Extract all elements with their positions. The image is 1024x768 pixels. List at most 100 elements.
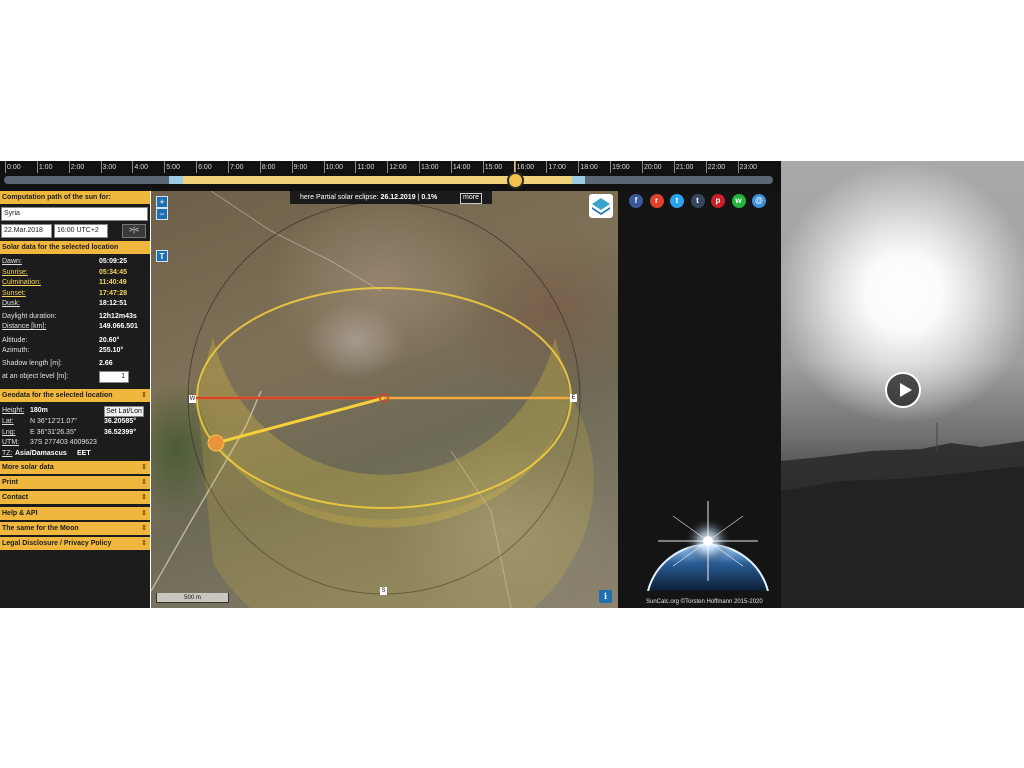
contact-menu[interactable]: Contact ⇕ [0,491,150,504]
timeline-tick [610,161,612,173]
timeline-tick [5,161,6,173]
utm-label: UTM: [2,439,20,446]
timeline-hour-label: 1:00 [38,164,53,171]
terrain-toggle-button[interactable]: T [156,250,168,262]
timeline-hour-label: 19:00 [612,164,630,171]
expand-chevron-icon: ⇕ [141,464,147,471]
utm-value: 37S 277403 4009623 [30,439,97,446]
more-solar-data-menu[interactable]: More solar data ⇕ [0,461,150,474]
zoom-in-button[interactable]: + [156,196,168,208]
timeline-tick [642,161,643,173]
geodata-header[interactable]: Geodata for the selected location ⇕ [0,389,150,402]
legal-privacy-menu[interactable]: Legal Disclosure / Privacy Policy ⇕ [0,537,150,550]
whatsapp-icon[interactable]: w [731,194,746,208]
timeline-tick [36,161,38,173]
timeline-hour-label: 20:00 [644,164,662,171]
timeline-hour-label: 10:00 [325,164,344,171]
help-api-menu[interactable]: Help & API ⇕ [0,507,150,520]
timeline-hour-label: 21:00 [675,164,694,171]
layers-icon [592,198,610,215]
timeline-hour-label: 5:00 [166,164,180,171]
moon-menu[interactable]: The same for the Moon ⇕ [0,522,150,535]
timeline-tick [164,161,166,173]
timeline-tick [673,161,675,173]
satellite-map[interactable]: N S W E + − T here Partial solar eclipse… [151,191,618,608]
distance-value: 149.066.501 [99,323,138,330]
timeline-hour-label: 18:00 [580,164,598,171]
solar-data-header-label: Solar data for the selected location [2,244,119,251]
height-value: 180m [30,407,48,414]
location-search-input[interactable]: Syria [1,207,148,221]
object-level-label: at an object level [m]: [2,373,69,380]
height-label: Height: [2,407,25,414]
timeline-tick [419,161,421,173]
info-button[interactable]: i [599,590,612,603]
zoom-out-button[interactable]: − [156,208,168,220]
tz-abbreviation: EET [77,450,91,457]
menu-label: Print [2,479,18,486]
culmination-label[interactable]: Culmination: [2,279,41,286]
timeline-tick [259,161,261,173]
timeline-tick [68,161,70,173]
now-button[interactable]: >|< [122,224,146,238]
timeline-tick [323,161,325,173]
time-input[interactable]: 16:00 UTC+2 [54,224,108,238]
daylight-track[interactable] [4,176,773,184]
timeline-tick [132,161,134,173]
email-icon[interactable]: @ [752,194,766,208]
timeline-hour-label: 22:00 [707,164,726,171]
eclipse-more-button[interactable]: more [460,193,482,204]
play-icon[interactable] [885,372,921,408]
sun-time-handle[interactable] [506,172,524,189]
altitude-label: Altitude: [2,337,28,344]
sidebar: Computation path of the sun for: Syria 2… [0,191,150,608]
timeline-hour-label: 12:00 [389,164,407,171]
tumblr-icon[interactable]: t [690,194,705,208]
timeline-hour-label: 13:00 [421,164,439,171]
shadow-length-value: 2.66 [99,360,113,367]
sunrise-value: 05:34:45 [99,269,128,276]
computation-header: Computation path of the sun for: [0,191,150,204]
sunset-label[interactable]: Sunset: [2,290,26,297]
map-scale-bar: 500 m [156,593,229,603]
lat-decimal-value: 36.20585° [104,418,136,425]
dawn-value: 05:09:25 [99,258,128,265]
timeline-tick [450,161,452,173]
azimuth-value: 255.10° [99,347,124,354]
suncalc-logo [647,501,769,591]
menu-label: Help & API [2,510,38,517]
distance-label[interactable]: Distance [km]: [2,323,46,330]
eclipse-separator: | [417,194,420,201]
timeline-hour-label: 23:00 [739,164,758,171]
twilight-evening-segment [571,176,585,184]
timeline-hour-label: 17:00 [548,164,566,171]
timeline-tick [291,161,293,173]
twitter-icon[interactable]: t [670,194,684,208]
lng-dms-value: E 36°31'26.35" [30,429,77,436]
dawn-label[interactable]: Dawn: [2,258,22,265]
facebook-icon[interactable]: f [629,194,643,208]
daylight-duration-value: 12h12m43s [99,313,137,320]
timeline-hour-label: 14:00 [452,164,471,171]
set-lat-lon-button[interactable]: Set Lat/Lon [104,406,144,417]
timeline-hour-label: 9:00 [293,164,308,171]
timeline-hour-label: 15:00 [484,164,503,171]
print-menu[interactable]: Print ⇕ [0,476,150,489]
copyright-credit: SunCalc.org ©Torsten Hoffmann 2015-2020 [646,599,763,605]
reddit-icon[interactable]: r [649,194,664,208]
eclipse-prefix: here Partial solar eclipse: [300,194,379,201]
shadow-length-label: Shadow length [m]: [2,360,62,367]
time-slider[interactable]: 0:00 1:00 2:00 3:00 4:00 5:00 6:00 7:00 8:00 9:00… [0,161,781,191]
sun-video-player[interactable] [781,161,1024,608]
sunrise-label[interactable]: Sunrise: [2,269,28,276]
sun-path-overlay [151,191,594,608]
timeline-tick [737,161,739,173]
object-level-input[interactable]: 1 [99,371,129,383]
solar-data-header[interactable]: Solar data for the selected location [0,241,150,254]
date-input[interactable]: 22.Mar.2018 [1,224,52,238]
eclipse-percent: 0.1% [421,194,438,201]
pinterest-icon[interactable]: p [711,194,725,208]
timeline-hour-label: 8:00 [261,164,276,171]
layers-button[interactable] [589,194,613,218]
dusk-label[interactable]: Dusk: [2,300,20,307]
